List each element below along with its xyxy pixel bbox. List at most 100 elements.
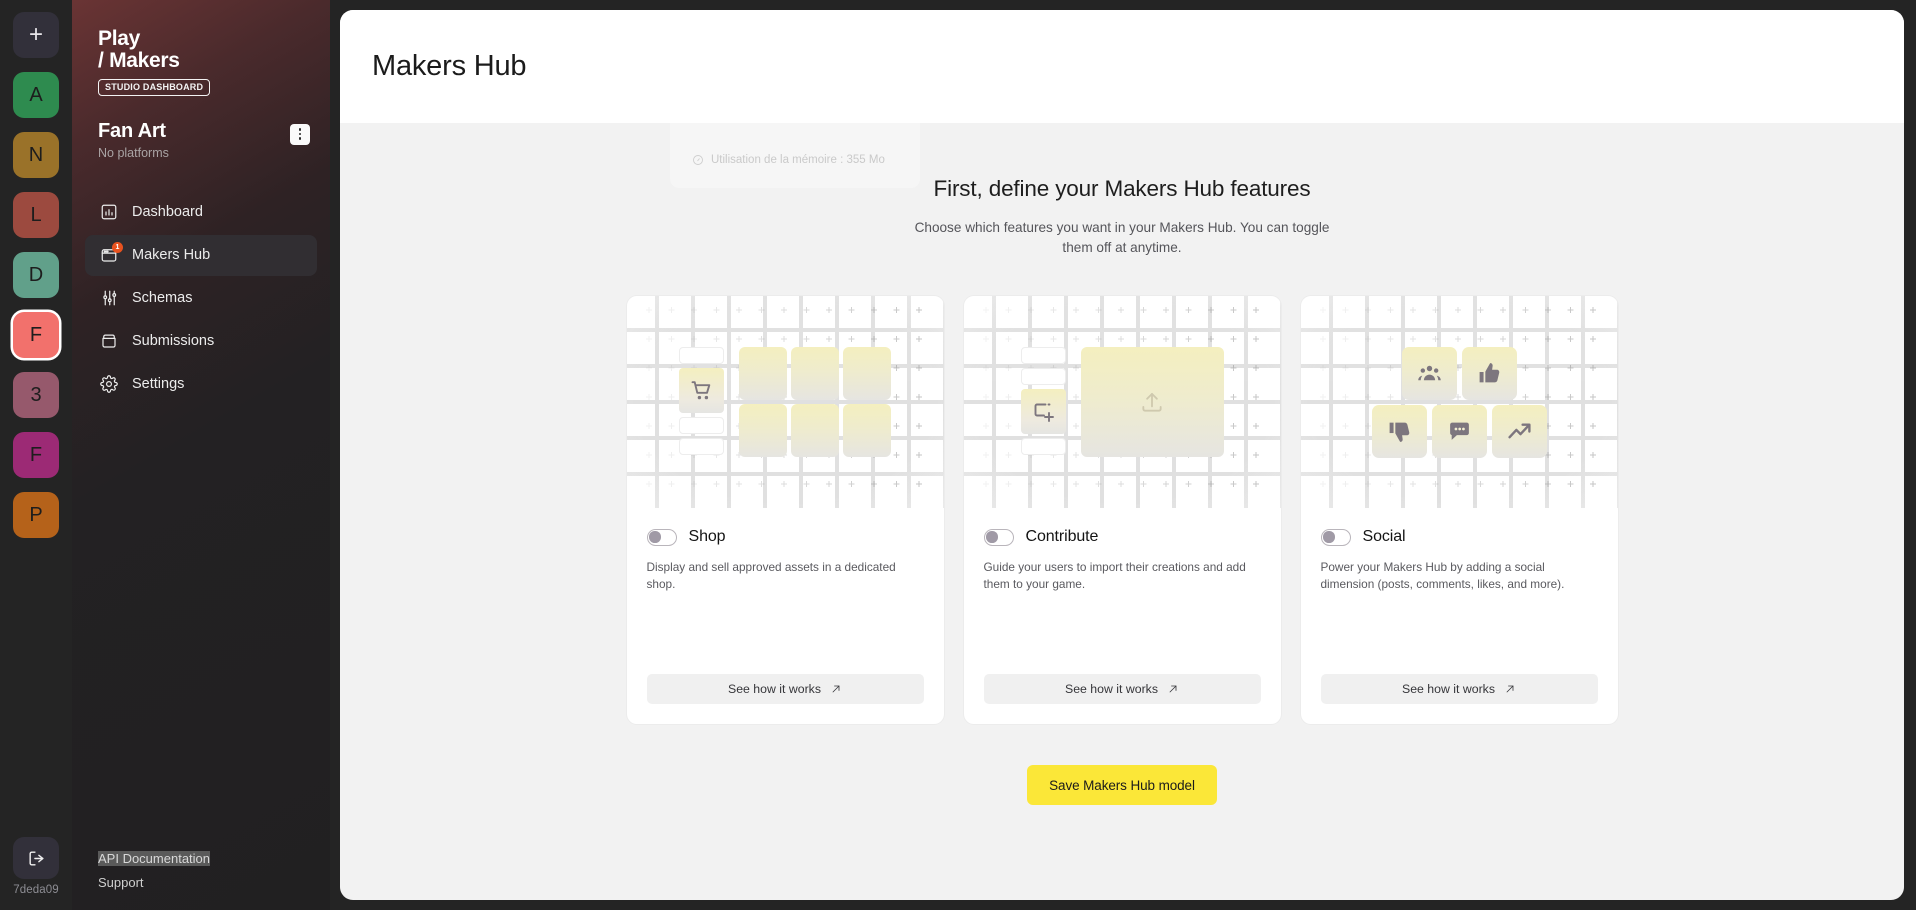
- illustration-stage: [1301, 296, 1618, 508]
- hero-heading: First, define your Makers Hub features: [933, 176, 1311, 201]
- kebab-menu-icon[interactable]: [290, 123, 310, 145]
- sidebar-item-label: Makers Hub: [132, 247, 211, 263]
- feature-description: Power your Makers Hub by adding a social…: [1320, 560, 1565, 591]
- workspace-initial: F: [29, 443, 43, 466]
- people-group-icon: [1417, 365, 1441, 380]
- workspace-initial: A: [29, 83, 43, 106]
- mock-menu-pill: [679, 417, 724, 434]
- feature-name: Shop: [688, 528, 726, 545]
- feature-cards-row: Shop Display and sell approved assets in …: [340, 295, 1904, 725]
- page-header: Makers Hub: [340, 10, 1904, 123]
- notification-badge: 1: [112, 241, 123, 253]
- comment-icon-tile: [1431, 404, 1487, 458]
- content-wrapper: Makers Hub Utilisation de la mémoire : 3…: [330, 0, 1916, 910]
- illustration-stage: [964, 296, 1281, 508]
- chart-bar-icon: [101, 204, 116, 220]
- user-id-label: 7deda09: [13, 884, 59, 896]
- arrow-up-right-icon: [832, 685, 840, 693]
- workspace-initial: D: [28, 263, 44, 286]
- project-info: Fan Art No platforms: [98, 120, 169, 160]
- mock-menu-pill: [679, 347, 724, 364]
- toggle-knob: [649, 531, 661, 543]
- see-how-it-works-button-contribute[interactable]: See how it works: [983, 674, 1261, 704]
- workspace-rail: + A N L D F 3 F P 7deda09: [0, 0, 72, 910]
- arrow-up-right-icon: [1169, 685, 1177, 693]
- sidebar-item-label: Submissions: [132, 333, 215, 349]
- cta-label: See how it works: [1065, 682, 1158, 696]
- arrow-up-right-icon: [1506, 685, 1514, 693]
- sidebar-item-submissions[interactable]: Submissions: [85, 321, 317, 362]
- card-body-contribute: Contribute Guide your users to import the…: [964, 508, 1281, 592]
- feature-card-contribute: Contribute Guide your users to import the…: [962, 295, 1282, 725]
- mock-menu-pill: [1020, 438, 1066, 455]
- workspace-tile-f-4[interactable]: F: [13, 312, 59, 358]
- people-group-icon-tile: [1401, 346, 1457, 400]
- sidebar-nav: Dashboard 1 Makers Hub Schemas Submissions Se…: [72, 192, 330, 405]
- feature-header: Social: [1320, 528, 1598, 546]
- see-how-it-works-button-shop[interactable]: See how it works: [646, 674, 924, 704]
- workspace-initial: N: [28, 143, 44, 166]
- workspace-tile-f-6[interactable]: F: [13, 432, 59, 478]
- feature-header: Shop: [646, 528, 924, 546]
- workspace-tile-3-5[interactable]: 3: [13, 372, 59, 418]
- workspace-initial: 3: [30, 383, 42, 406]
- page-title: Makers Hub: [372, 50, 527, 82]
- card-body-shop: Shop Display and sell approved assets in …: [627, 508, 944, 592]
- toggle-knob: [1323, 531, 1335, 543]
- workspace-tile-a-0[interactable]: A: [13, 72, 59, 118]
- shop-illustration: [679, 347, 891, 457]
- brand-name-line2: / Makers: [98, 49, 180, 72]
- social-illustration: [1371, 346, 1547, 458]
- toggle-shop[interactable]: [646, 528, 677, 546]
- shopping-cart-icon: [691, 380, 710, 399]
- app-root: + A N L D F 3 F P 7deda09 Play / Makers STUDIO …: [0, 0, 1916, 910]
- card-body-social: Social Power your Makers Hub by adding a …: [1301, 508, 1618, 592]
- workspace-tile-n-1[interactable]: N: [13, 132, 59, 178]
- sidebar-link-api-documentation[interactable]: API Documentation: [98, 851, 211, 866]
- trending-up-icon: [1507, 423, 1531, 438]
- toggle-contribute[interactable]: [983, 528, 1014, 546]
- cta-label: See how it works: [728, 682, 821, 696]
- sidebar-item-label: Dashboard: [132, 204, 203, 220]
- add-workspace-button[interactable]: +: [13, 12, 59, 58]
- save-makers-hub-model-button[interactable]: Save Makers Hub model: [1027, 765, 1217, 805]
- sidebar-item-makers-hub[interactable]: 1 Makers Hub: [85, 234, 317, 276]
- sidebar-item-dashboard[interactable]: Dashboard: [85, 192, 317, 233]
- hero-section: First, define your Makers Hub features C…: [340, 123, 1904, 258]
- product-tile: [843, 347, 891, 400]
- project-header: Fan Art No platforms: [72, 120, 330, 160]
- brand-block[interactable]: Play / Makers STUDIO DASHBOARD: [72, 0, 330, 96]
- card-illustration-social: [1300, 296, 1618, 508]
- workspace-tile-d-3[interactable]: D: [13, 252, 59, 298]
- sidebar-item-schemas[interactable]: Schemas: [85, 278, 317, 319]
- sidebar-footer: API Documentation Support: [72, 851, 330, 910]
- cta-label: See how it works: [1402, 682, 1495, 696]
- add-frame-icon-tile: [1020, 389, 1066, 434]
- upload-icon: [1142, 392, 1162, 412]
- logout-button[interactable]: [13, 837, 59, 879]
- illustration-stage: [627, 296, 944, 508]
- workspace-tile-p-7[interactable]: P: [13, 492, 59, 538]
- window-icon: 1: [99, 241, 123, 265]
- shopping-cart-icon-tile: [679, 368, 724, 413]
- feature-description: Guide your users to import their creatio…: [983, 560, 1246, 591]
- see-how-it-works-button-social[interactable]: See how it works: [1320, 674, 1598, 704]
- sidebar-link-support[interactable]: Support: [98, 875, 144, 890]
- mock-menu-pill: [1020, 368, 1066, 385]
- card-illustration-shop: [626, 296, 944, 508]
- toggle-social[interactable]: [1320, 528, 1351, 546]
- comment-icon: [1449, 422, 1469, 440]
- workspace-tile-l-2[interactable]: L: [13, 192, 59, 238]
- feature-card-social: Social Power your Makers Hub by adding a …: [1299, 295, 1619, 725]
- workspace-initial: P: [29, 503, 43, 526]
- feature-card-shop: Shop Display and sell approved assets in …: [625, 295, 945, 725]
- gear-icon: [99, 375, 118, 394]
- archive-box-icon: [99, 332, 118, 351]
- logout-icon: [28, 850, 44, 866]
- upload-canvas: [1080, 347, 1224, 457]
- sidebar: Play / Makers STUDIO DASHBOARD Fan Art N…: [72, 0, 330, 910]
- brand-tag: STUDIO DASHBOARD: [98, 79, 211, 96]
- mock-menu-pill: [1020, 347, 1066, 364]
- sidebar-item-settings[interactable]: Settings: [85, 364, 317, 405]
- workspace-initial: L: [30, 203, 42, 226]
